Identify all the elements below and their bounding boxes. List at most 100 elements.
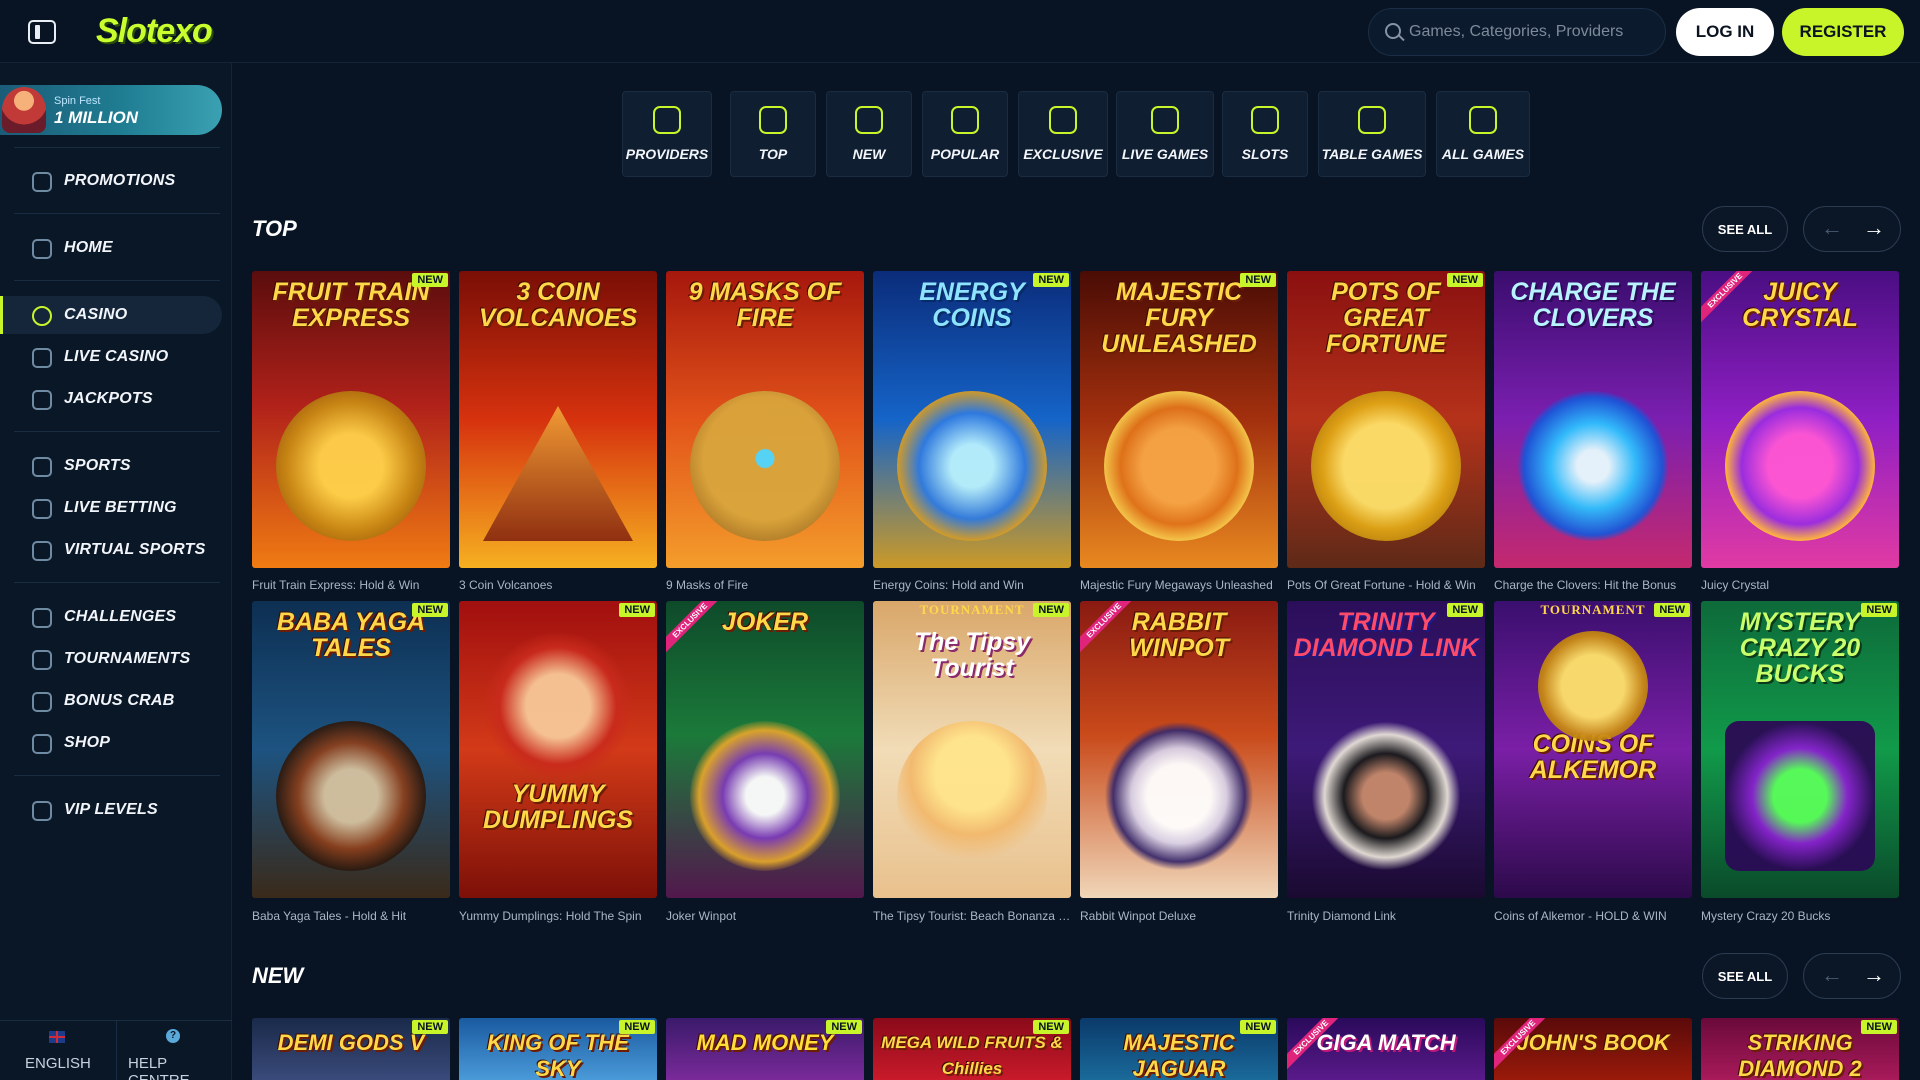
see-all-new-button[interactable]: SEE ALL (1702, 953, 1788, 999)
game-tile[interactable]: JUICY CRYSTAL EXCLUSIVE (1701, 271, 1899, 568)
game-tile[interactable]: MAJESTIC JAGUAR NEW (1080, 1018, 1278, 1080)
arrow-left-icon[interactable]: ← (1812, 215, 1852, 243)
sidebar-item-sports[interactable]: SPORTS (0, 447, 222, 485)
new-badge: NEW (1861, 603, 1897, 617)
game-tile[interactable]: RABBIT WINPOT EXCLUSIVE (1080, 601, 1278, 898)
site-logo[interactable]: Slotexo (96, 12, 213, 51)
game-tile[interactable]: CHARGE THE CLOVERS (1494, 271, 1692, 568)
search-input[interactable] (1409, 9, 1659, 55)
sidebar-item-shop[interactable]: SHOP (0, 724, 222, 762)
new-badge: NEW (1033, 603, 1069, 617)
game-tile[interactable]: STRIKING DIAMOND 2 NEW (1701, 1018, 1899, 1080)
see-all-top-button[interactable]: SEE ALL (1702, 206, 1788, 252)
help-centre-link[interactable]: HELP CENTRE (128, 1055, 232, 1080)
sidebar-item-jackpots[interactable]: JACKPOTS (0, 380, 222, 418)
crab-icon (32, 692, 52, 712)
game-name[interactable]: Majestic Fury Megaways Unleashed (1080, 578, 1278, 592)
sidebar-toggle-icon[interactable] (28, 20, 56, 44)
game-tile[interactable]: 3 COIN VOLCANOES (459, 271, 657, 568)
sidebar-item-promotions[interactable]: PROMOTIONS (0, 162, 222, 200)
category-providers[interactable]: PROVIDERS (622, 91, 712, 177)
game-name[interactable]: The Tipsy Tourist: Beach Bonanza - ... (873, 909, 1071, 923)
sidebar-item-bonus-crab[interactable]: BONUS CRAB (0, 682, 222, 720)
game-tile[interactable]: MAJESTIC FURY UNLEASHED NEW (1080, 271, 1278, 568)
game-tile[interactable]: POTS OF GREAT FORTUNE NEW (1287, 271, 1485, 568)
category-live-games[interactable]: LIVE GAMES (1116, 91, 1214, 177)
category-slots[interactable]: SLOTS (1222, 91, 1308, 177)
sidebar-divider (14, 775, 220, 776)
casino-chip-icon (32, 306, 52, 326)
sidebar-item-vip-levels[interactable]: VIP LEVELS (0, 791, 222, 829)
game-art-title: MAJESTIC JAGUAR (1123, 1030, 1235, 1080)
game-tile[interactable]: DEMI GODS V NEW (252, 1018, 450, 1080)
sidebar-item-tournaments[interactable]: TOURNAMENTS (0, 640, 222, 678)
promo-banner[interactable]: Spin Fest 1 MILLION (0, 85, 222, 135)
sidebar-divider (14, 280, 220, 281)
category-top[interactable]: TOP (730, 91, 816, 177)
game-name[interactable]: Joker Winpot (666, 909, 864, 923)
game-tile[interactable]: ENERGY COINS NEW (873, 271, 1071, 568)
new-badge: NEW (619, 603, 655, 617)
sidebar-item-challenges[interactable]: CHALLENGES (0, 598, 222, 636)
sidebar-item-casino[interactable]: CASINO (0, 296, 222, 334)
game-tile[interactable]: 9 MASKS OF FIRE (666, 271, 864, 568)
category-new[interactable]: NEW (826, 91, 912, 177)
sidebar-item-label: TOURNAMENTS (64, 650, 191, 667)
search-box[interactable] (1368, 8, 1666, 56)
register-button[interactable]: REGISTER (1782, 8, 1904, 56)
gem-icon (1049, 106, 1077, 134)
game-tile[interactable]: TRINITY DIAMOND LINK NEW (1287, 601, 1485, 898)
game-tile[interactable]: BABA YAGA TALES NEW (252, 601, 450, 898)
diamond-icon (32, 801, 52, 821)
arrow-right-icon[interactable]: → (1854, 215, 1894, 243)
game-name[interactable]: Pots Of Great Fortune - Hold & Win (1287, 578, 1485, 592)
sidebar-item-label: BONUS CRAB (64, 692, 175, 709)
sidebar-item-label: VIRTUAL SPORTS (64, 541, 206, 558)
rocket-icon (855, 106, 883, 134)
game-tile[interactable]: GIGA MATCH EXCLUSIVE (1287, 1018, 1485, 1080)
game-name[interactable]: Coins of Alkemor - HOLD & WIN (1494, 909, 1692, 923)
game-tile[interactable]: MAD MONEY NEW (666, 1018, 864, 1080)
search-icon (1385, 23, 1401, 39)
sidebar-item-label: HOME (64, 239, 113, 256)
arrow-right-icon[interactable]: → (1854, 962, 1894, 990)
game-tile[interactable]: KING OF THE SKY NEW (459, 1018, 657, 1080)
game-art-title: POTS OF GREAT FORTUNE (1325, 278, 1447, 358)
game-name[interactable]: Baba Yaga Tales - Hold & Hit (252, 909, 450, 923)
game-tile[interactable]: MYSTERY CRAZY 20 BUCKS NEW (1701, 601, 1899, 898)
game-tile[interactable]: FRUIT TRAIN EXPRESS NEW (252, 271, 450, 568)
game-name[interactable]: Juicy Crystal (1701, 578, 1899, 592)
game-tile[interactable]: TOURNAMENT COINS OF ALKEMOR NEW (1494, 601, 1692, 898)
sidebar-item-live-casino[interactable]: LIVE CASINO (0, 338, 222, 376)
game-artwork (1518, 391, 1668, 541)
game-name[interactable]: Mystery Crazy 20 Bucks (1701, 909, 1899, 923)
game-tile[interactable]: JOKER EXCLUSIVE (666, 601, 864, 898)
sidebar-item-virtual-sports[interactable]: VIRTUAL SPORTS (0, 531, 222, 569)
game-name[interactable]: Yummy Dumplings: Hold The Spin (459, 909, 657, 923)
game-tile[interactable]: JOHN'S BOOK EXCLUSIVE (1494, 1018, 1692, 1080)
game-tile[interactable]: YUMMY DUMPLINGS NEW (459, 601, 657, 898)
game-tile[interactable]: MEGA WILD FRUITS & Chillies NEW (873, 1018, 1071, 1080)
category-exclusive[interactable]: EXCLUSIVE (1018, 91, 1108, 177)
sidebar-item-home[interactable]: HOME (0, 229, 222, 267)
language-selector[interactable]: ENGLISH (25, 1055, 91, 1072)
game-name[interactable]: Energy Coins: Hold and Win (873, 578, 1071, 592)
arrow-left-icon[interactable]: ← (1812, 962, 1852, 990)
game-name[interactable]: Rabbit Winpot Deluxe (1080, 909, 1278, 923)
slot-machine-icon (1251, 106, 1279, 134)
sidebar-item-live-betting[interactable]: LIVE BETTING (0, 489, 222, 527)
new-badge: NEW (619, 1020, 655, 1034)
game-name[interactable]: 9 Masks of Fire (666, 578, 864, 592)
game-name[interactable]: Charge the Clovers: Hit the Bonus (1494, 578, 1692, 592)
game-name[interactable]: Trinity Diamond Link (1287, 909, 1485, 923)
category-label: SLOTS (1241, 146, 1289, 162)
category-popular[interactable]: POPULAR (922, 91, 1008, 177)
game-tile[interactable]: TOURNAMENT The Tipsy Tourist NEW (873, 601, 1071, 898)
category-label: POPULAR (930, 146, 1000, 162)
category-all-games[interactable]: ALL GAMES (1436, 91, 1530, 177)
game-name[interactable]: Fruit Train Express: Hold & Win (252, 578, 450, 592)
sidebar-item-label: CHALLENGES (64, 608, 177, 625)
game-name[interactable]: 3 Coin Volcanoes (459, 578, 657, 592)
login-button[interactable]: LOG IN (1676, 8, 1774, 56)
category-table-games[interactable]: TABLE GAMES (1318, 91, 1426, 177)
